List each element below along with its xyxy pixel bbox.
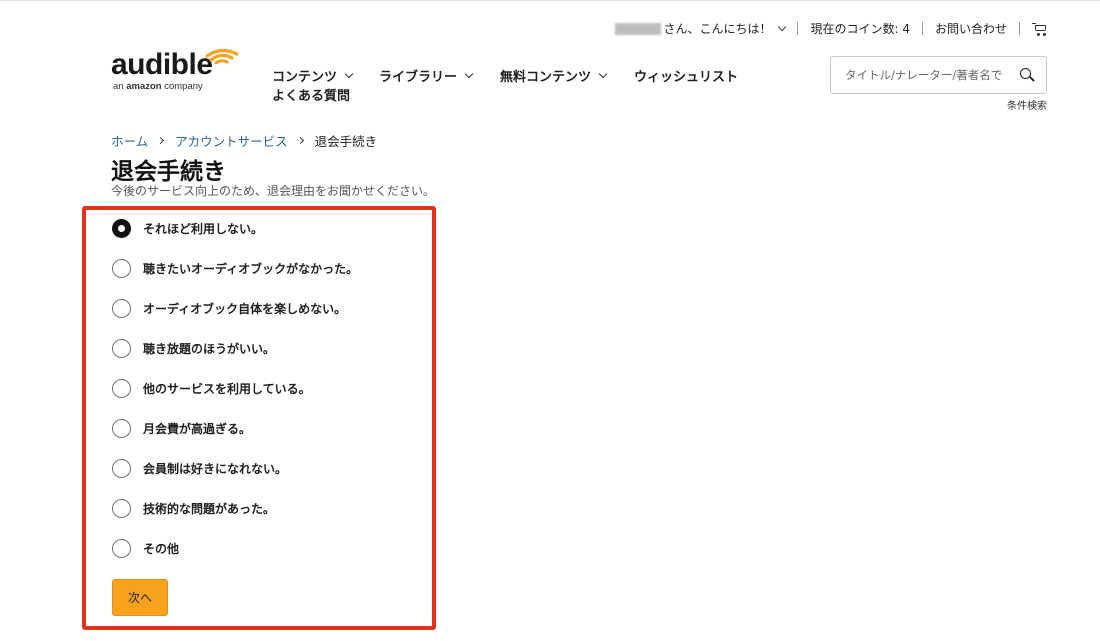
radio-button[interactable]: [112, 299, 131, 318]
utility-bar: さん、こんにちは！ 現在のコイン数: 4 お問い合わせ: [615, 20, 1048, 37]
audible-logo[interactable]: audible an amazon company: [111, 46, 246, 96]
reason-label: 聴きたいオーディオブックがなかった。: [143, 262, 359, 276]
chevron-right-icon: [157, 136, 165, 145]
top-border: [0, 0, 1100, 1]
radio-button[interactable]: [112, 219, 131, 238]
breadcrumb: ホーム アカウントサービス 退会手続き: [111, 131, 377, 150]
reason-option[interactable]: 技術的な問題があった。: [112, 499, 275, 518]
breadcrumb-home[interactable]: ホーム: [111, 131, 148, 150]
reason-label: 会員制は好きになれない。: [143, 462, 288, 476]
reason-option[interactable]: オーディオブック自体を楽しめない。: [112, 299, 346, 318]
breadcrumb-current: 退会手続き: [314, 134, 378, 149]
reason-label: オーディオブック自体を楽しめない。: [143, 302, 347, 316]
reason-option[interactable]: 他のサービスを利用している。: [112, 379, 311, 398]
contact-link[interactable]: お問い合わせ: [935, 20, 1007, 37]
reason-label: 技術的な問題があった。: [143, 502, 276, 516]
radio-button[interactable]: [112, 499, 131, 518]
reason-label: その他: [143, 542, 180, 556]
greeting-text[interactable]: さん、こんにちは！: [663, 20, 771, 37]
chevron-down-icon[interactable]: [778, 22, 787, 31]
breadcrumb-account-service[interactable]: アカウントサービス: [175, 131, 288, 150]
reason-option[interactable]: その他: [112, 539, 179, 558]
reason-label: それほど利用しない。: [143, 222, 264, 236]
page-title: 退会手続き: [111, 159, 226, 185]
nav-free-contents[interactable]: 無料コンテンツ: [500, 66, 608, 85]
coin-count[interactable]: 現在のコイン数: 4: [810, 20, 910, 37]
radio-button[interactable]: [112, 379, 131, 398]
radio-button[interactable]: [112, 459, 131, 478]
reason-option[interactable]: 聴き放題のほうがいい。: [112, 339, 275, 358]
nav-library[interactable]: ライブラリー: [379, 66, 474, 85]
next-button[interactable]: 次へ: [112, 579, 168, 616]
reason-label: 月会費が高過ぎる。: [143, 422, 252, 436]
reason-label: 他のサービスを利用している。: [143, 382, 311, 396]
search-input[interactable]: [845, 66, 1015, 84]
radio-button[interactable]: [112, 419, 131, 438]
search-icon[interactable]: [1020, 68, 1035, 82]
search-box: [830, 56, 1047, 94]
logo-tagline: an amazon company: [113, 81, 203, 92]
radio-button[interactable]: [112, 339, 131, 358]
reason-label: 聴き放題のほうがいい。: [143, 342, 276, 356]
reason-option[interactable]: それほど利用しない。: [112, 219, 263, 238]
divider: [921, 22, 923, 35]
advanced-search-link[interactable]: 条件検索: [1007, 97, 1047, 112]
nav-contents[interactable]: コンテンツ: [272, 66, 354, 85]
reason-option[interactable]: 会員制は好きになれない。: [112, 459, 287, 478]
cart-icon[interactable]: [1032, 22, 1048, 36]
divider: [797, 22, 799, 35]
nav-faq[interactable]: よくある質問: [272, 85, 350, 104]
page-subtitle: 今後のサービス向上のため、退会理由をお聞かせください。: [111, 184, 436, 198]
chevron-right-icon: [296, 136, 304, 145]
nav-wishlist[interactable]: ウィッシュリスト: [634, 66, 738, 85]
radio-button[interactable]: [112, 259, 131, 278]
chevron-down-icon: [464, 69, 474, 78]
username-redacted: [615, 22, 662, 35]
chevron-down-icon: [598, 69, 608, 78]
reason-option[interactable]: 聴きたいオーディオブックがなかった。: [112, 259, 358, 278]
chevron-down-icon: [344, 69, 354, 78]
divider: [1019, 22, 1020, 35]
reason-option[interactable]: 月会費が高過ぎる。: [112, 419, 251, 438]
logo-waves-icon: [205, 48, 239, 64]
logo-wordmark: audible: [111, 48, 213, 81]
radio-button[interactable]: [112, 539, 131, 558]
